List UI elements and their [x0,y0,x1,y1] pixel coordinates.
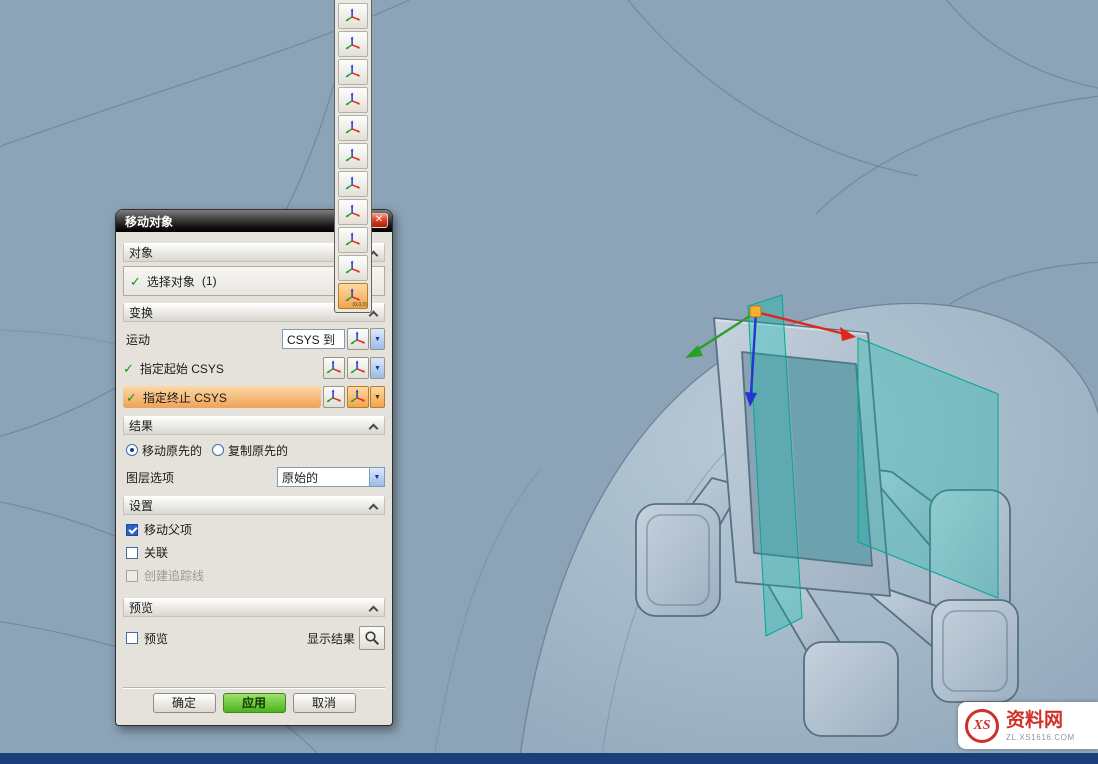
preview-row: 预览 显示结果 [123,624,385,652]
section-header-settings[interactable]: 设置 [123,496,385,515]
start-csys-dialog-button[interactable] [323,357,345,379]
layer-option-combo[interactable]: 原始的 ▼ [277,467,385,487]
start-csys-dropdown-button[interactable]: ▼ [370,357,385,379]
chevron-down-icon[interactable]: ▼ [369,468,384,486]
bottom-status-bar [0,753,1098,764]
start-csys-label: 指定起始 CSYS [140,360,224,377]
collapse-chevron-icon[interactable] [369,423,378,431]
preview-checkbox[interactable] [126,632,138,644]
associate-row: 关联 [123,542,385,563]
collapse-chevron-icon[interactable] [369,503,378,511]
select-object-label: 选择对象 [147,273,195,290]
section-header-preview[interactable]: 预览 [123,598,385,617]
associate-label: 关联 [144,544,168,561]
section-title-object: 对象 [129,244,153,261]
end-csys-label: 指定终止 CSYS [143,389,227,406]
motion-row: 运动 CSYS 到 ▼ [123,327,385,351]
application-window: (0,0,0) 移动对象 ✕ 对象 ✓ 选择对象 (1) 变换 运动 [0,0,1098,764]
csys-toolbar: (0,0,0) [334,0,372,313]
move-parent-checkbox[interactable] [126,524,138,536]
end-csys-dialog-button[interactable] [323,386,345,408]
preview-label: 预览 [144,630,168,647]
section-title-result: 结果 [129,417,153,434]
layer-option-value: 原始的 [278,468,369,486]
motion-type-combo[interactable]: CSYS 到 [282,329,345,349]
watermark-badge: XS 资料网 ZL.XS1616.COM [958,702,1098,749]
associate-checkbox[interactable] [126,547,138,559]
dialog-footer: 确定 应用 取消 [123,687,385,718]
chevron-down-icon: ▼ [374,365,381,372]
show-result-button[interactable] [359,626,385,650]
motion-dropdown-button[interactable]: ▼ [370,328,385,350]
section-title-transform: 变换 [129,304,153,321]
move-parent-label: 移动父项 [144,521,192,538]
toolbar-csys-z-axis-view-icon[interactable] [338,171,368,197]
collapse-chevron-icon[interactable] [369,605,378,613]
end-csys-row: ✓ 指定终止 CSYS ▼ [123,385,385,409]
ok-button[interactable]: 确定 [153,693,216,713]
end-csys-active-highlight[interactable]: ✓ 指定终止 CSYS [123,386,321,408]
dialog-title: 移动对象 [125,213,173,230]
trace-line-checkbox [126,570,138,582]
csys-origin-handle[interactable] [750,306,761,317]
watermark-logo: XS [965,709,999,743]
toolbar-csys-dialog-icon[interactable]: (0,0,0) [338,283,368,309]
check-icon: ✓ [123,362,134,375]
trace-line-row: 创建追踪线 [123,565,385,586]
motion-label: 运动 [123,331,150,348]
move-original-radio[interactable] [126,444,138,456]
layer-option-label: 图层选项 [123,469,174,486]
toolbar-csys-z-axis-x-point-icon[interactable] [338,59,368,85]
motion-type-value: CSYS 到 [283,330,344,348]
toolbar-csys-inferred-icon[interactable] [338,3,368,29]
motion-csys-icon-button[interactable] [347,328,369,350]
dropdown-glyph: ▼ [374,474,381,481]
move-parent-row: 移动父项 [123,519,385,540]
check-icon: ✓ [126,391,137,404]
end-csys-dropdown-button[interactable]: ▼ [370,386,385,408]
apply-button[interactable]: 应用 [223,693,286,713]
toolbar-csys-two-planes-icon[interactable] [338,199,368,225]
close-button[interactable]: ✕ [370,213,388,228]
copy-original-label: 复制原先的 [228,442,288,459]
section-title-settings: 设置 [129,497,153,514]
check-icon: ✓ [130,275,141,288]
toolbar-csys-origin-x-point-icon[interactable] [338,31,368,57]
cancel-button[interactable]: 取消 [293,693,356,713]
csys-origin-label: (0,0,0) [353,303,367,308]
watermark-brand: 资料网 [1006,710,1075,732]
chevron-down-icon: ▼ [374,336,381,343]
toolbar-csys-absolute-icon[interactable] [338,255,368,281]
end-csys-picker-button[interactable] [347,386,369,408]
layer-option-row: 图层选项 原始的 ▼ [123,465,385,489]
toolbar-csys-x-axis-point-icon[interactable] [338,87,368,113]
toolbar-csys-dynamic-icon[interactable] [338,143,368,169]
result-radio-row: 移动原先的 复制原先的 [123,440,385,460]
watermark-url: ZL.XS1616.COM [1006,734,1075,742]
section-header-result[interactable]: 结果 [123,416,385,435]
toolbar-csys-inclined-plane-icon[interactable] [338,227,368,253]
toolbar-csys-plane-and-axis-icon[interactable] [338,115,368,141]
start-csys-row: ✓ 指定起始 CSYS ▼ [123,356,385,380]
copy-original-radio[interactable] [212,444,224,456]
section-title-preview: 预览 [129,599,153,616]
magnifier-icon [364,630,380,646]
trace-line-label: 创建追踪线 [144,567,204,584]
start-csys-picker-button[interactable] [347,357,369,379]
move-original-label: 移动原先的 [142,442,202,459]
select-object-count: (1) [202,274,217,288]
show-result-label: 显示结果 [307,630,355,647]
chevron-down-icon: ▼ [374,394,381,401]
